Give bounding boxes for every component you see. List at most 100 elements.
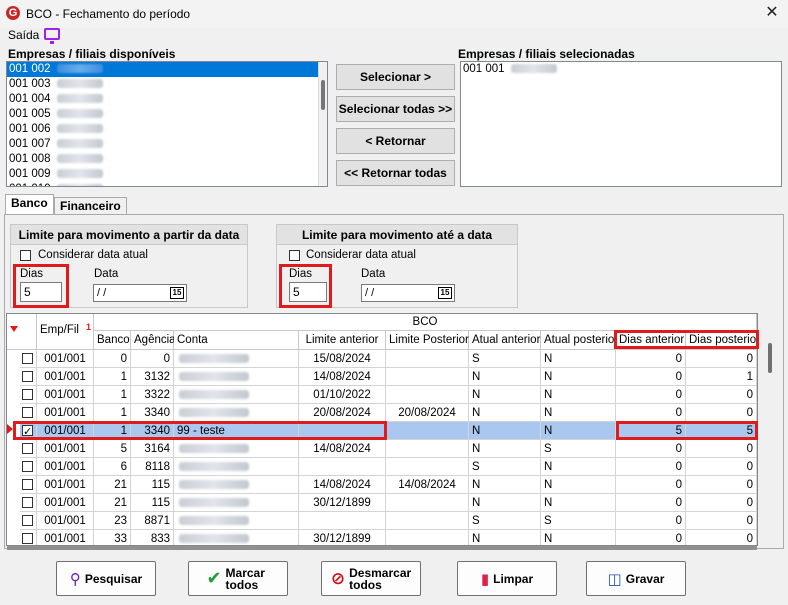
calendar-icon[interactable]: 15	[438, 287, 452, 299]
cell-atual-ant: N	[469, 368, 541, 386]
column-header-empfil[interactable]: Emp/Fil 1	[37, 314, 94, 350]
cell-agencia: 115	[131, 494, 174, 512]
available-item[interactable]: 001 002	[7, 62, 327, 77]
cell-conta	[174, 440, 299, 458]
selected-listbox[interactable]: 001 001	[460, 61, 782, 187]
cell-empfil[interactable]: 001/001	[37, 530, 94, 545]
available-item-code: 001 005	[9, 108, 51, 120]
cell-conta	[174, 386, 299, 404]
available-item[interactable]: 001 005	[7, 107, 327, 122]
row-checkbox[interactable]	[22, 461, 33, 472]
cell-conta	[174, 350, 299, 368]
check-column-header	[20, 314, 37, 350]
cell-atual-post: N	[541, 350, 616, 368]
grid-horizontal-scrollbar[interactable]	[7, 546, 757, 550]
row-checkbox[interactable]	[22, 389, 33, 400]
unmark-all-button[interactable]: ⊘ Desmarcar todos	[321, 561, 421, 596]
cell-atual-ant: S	[469, 458, 541, 476]
select-all-button[interactable]: Selecionar todas >>	[336, 96, 455, 122]
column-header-conta[interactable]: Conta	[174, 331, 299, 350]
monitor-icon[interactable]	[44, 28, 60, 44]
available-item[interactable]: 001 009	[7, 167, 327, 182]
redacted-account-name	[179, 462, 249, 472]
row-checkbox[interactable]	[22, 443, 33, 454]
cell-empfil[interactable]: 001/001	[37, 368, 94, 386]
row-checkbox[interactable]	[22, 479, 33, 490]
row-select-cell[interactable]	[20, 512, 37, 530]
available-item-code: 001 003	[9, 78, 51, 90]
save-button[interactable]: ◫ Gravar	[586, 561, 686, 596]
cell-banco: 1	[94, 386, 131, 404]
row-checkbox[interactable]	[22, 353, 33, 364]
cell-empfil[interactable]: 001/001	[37, 350, 94, 368]
available-item[interactable]: 001 006	[7, 122, 327, 137]
row-checkbox[interactable]	[22, 515, 33, 526]
row-select-cell[interactable]	[20, 476, 37, 494]
check-icon: ✔	[206, 568, 222, 588]
row-checkbox[interactable]	[22, 533, 33, 544]
column-header-atual-posterior[interactable]: Atual posterior	[541, 331, 618, 350]
row-select-cell[interactable]	[20, 494, 37, 512]
cell-conta	[174, 512, 299, 530]
cell-empfil[interactable]: 001/001	[37, 386, 94, 404]
row-select-cell[interactable]	[20, 530, 37, 545]
available-item[interactable]: 001 003	[7, 77, 327, 92]
column-header-atual-anterior[interactable]: Atual anterior	[469, 331, 541, 350]
available-listbox[interactable]: 001 002 001 003 001 004 001 005 001 006 001 0…	[6, 61, 328, 187]
row-select-cell[interactable]	[20, 368, 37, 386]
cell-empfil[interactable]: 001/001	[37, 440, 94, 458]
sort-order-indicator: 1	[85, 322, 91, 332]
cell-empfil[interactable]: 001/001	[37, 494, 94, 512]
calendar-icon[interactable]: 15	[170, 287, 184, 299]
available-scrollbar[interactable]	[318, 62, 327, 186]
cell-empfil[interactable]: 001/001	[37, 404, 94, 422]
row-select-cell[interactable]	[20, 404, 37, 422]
cell-dias-post: 0	[686, 350, 757, 368]
tab-banco[interactable]: Banco	[5, 194, 54, 216]
selected-item[interactable]: 001 001	[461, 62, 781, 77]
column-header-limite-posterior[interactable]: Limite Posterior	[386, 331, 469, 350]
clear-button[interactable]: ▮ Limpar	[457, 561, 557, 596]
available-item[interactable]: 001 007	[7, 137, 327, 152]
return-all-button[interactable]: << Retornar todas	[336, 160, 455, 186]
limit-to-current-date-checkbox[interactable]	[289, 250, 300, 261]
cell-atual-post: S	[541, 440, 616, 458]
cell-empfil[interactable]: 001/001	[37, 476, 94, 494]
grid-scroll-thumb[interactable]	[768, 343, 772, 373]
cell-dias-ant: 0	[616, 512, 686, 530]
cell-atual-ant: N	[469, 494, 541, 512]
limit-from-current-date-checkbox[interactable]	[20, 250, 31, 261]
select-button[interactable]: Selecionar >	[336, 64, 455, 90]
available-item[interactable]: 001 010	[7, 182, 327, 186]
column-header-limite-anterior[interactable]: Limite anterior	[299, 331, 386, 350]
cell-dias-ant: 0	[616, 494, 686, 512]
mark-all-button[interactable]: ✔ Marcar todos	[188, 561, 288, 596]
column-header-banco[interactable]: Banco	[94, 331, 131, 350]
row-checkbox[interactable]	[22, 497, 33, 508]
close-icon[interactable]: ✕	[762, 3, 782, 23]
cell-empfil[interactable]: 001/001	[37, 512, 94, 530]
row-checkbox[interactable]	[22, 407, 33, 418]
search-button[interactable]: ⚲ Pesquisar	[56, 561, 156, 596]
row-select-cell[interactable]	[20, 458, 37, 476]
row-select-cell[interactable]	[20, 350, 37, 368]
limit-to-date-input[interactable]: / / 15	[361, 284, 455, 302]
menu-saida[interactable]: Saída	[8, 28, 39, 42]
column-header-agencia[interactable]: Agência	[131, 331, 176, 350]
limit-from-date-input[interactable]: / / 15	[93, 284, 187, 302]
no-entry-icon: ⊘	[330, 568, 346, 588]
available-item-code: 001 002	[9, 63, 51, 75]
available-item[interactable]: 001 008	[7, 152, 327, 167]
cell-dias-post: 0	[686, 404, 757, 422]
row-checkbox[interactable]	[22, 371, 33, 382]
row-select-cell[interactable]	[20, 386, 37, 404]
limit-from-checkbox-label: Considerar data atual	[38, 249, 148, 261]
available-item-code: 001 004	[9, 93, 51, 105]
cell-conta	[174, 494, 299, 512]
cell-empfil[interactable]: 001/001	[37, 458, 94, 476]
available-item[interactable]: 001 004	[7, 92, 327, 107]
redacted-name	[56, 94, 103, 104]
return-button[interactable]: < Retornar	[336, 128, 455, 154]
cell-dias-post: 0	[686, 476, 757, 494]
row-select-cell[interactable]	[20, 440, 37, 458]
